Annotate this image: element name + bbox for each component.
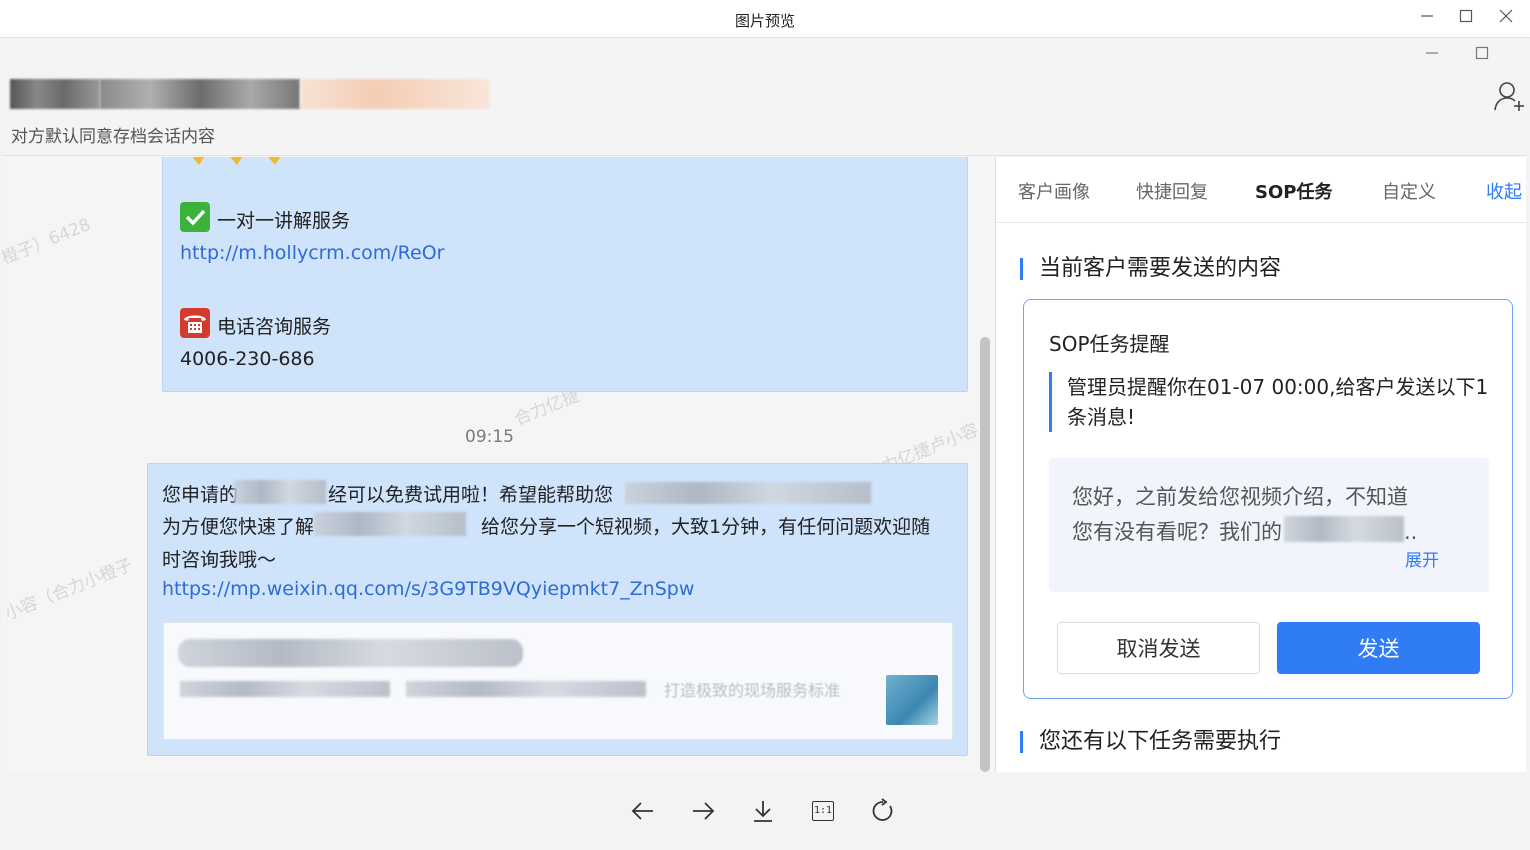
telephone-icon	[180, 308, 210, 338]
message-text: 您有没有看呢？我们的	[1072, 520, 1282, 544]
message-line: 您有没有看呢？我们的..	[1072, 513, 1452, 548]
sop-side-panel: 客户画像 快捷回复 SOP任务 自定义 收起 当前客户需要发送的内容 SOP任务…	[995, 157, 1526, 772]
watermark: 小容（合力小橙子	[2, 555, 136, 625]
title-bar: 图片预览	[0, 0, 1530, 38]
next-icon[interactable]	[686, 794, 720, 828]
pointing-hands-icon	[185, 157, 295, 171]
section-title: 当前客户需要发送的内容	[1020, 258, 1281, 280]
redacted-card-title	[178, 639, 523, 667]
redacted-text	[1284, 516, 1404, 542]
service-link[interactable]: http://m.hollycrm.com/ReOr	[180, 242, 444, 264]
section-title: 您还有以下任务需要执行	[1020, 731, 1281, 753]
panel-tabs: 客户画像 快捷回复 SOP任务 自定义 收起	[996, 157, 1526, 223]
card-desc-text: 打造极致的现场服务标准	[664, 681, 841, 700]
tab-quick-reply[interactable]: 快捷回复	[1136, 178, 1208, 204]
message-text: 给您分享一个短视频，大致1分钟，有任何问题欢迎随	[481, 516, 931, 538]
reminder-text: 管理员提醒你在01-07 00:00,给客户发送以下1条消息!	[1049, 372, 1489, 432]
message-bubble: 一对一讲解服务 http://m.hollycrm.com/ReOr 电话咨询服…	[162, 157, 968, 392]
close-icon[interactable]	[1489, 4, 1523, 28]
tab-sop-task[interactable]: SOP任务	[1255, 178, 1332, 204]
actual-size-label: 1:1	[812, 801, 834, 821]
watermark: 橙子）6428	[2, 214, 94, 269]
rotate-icon[interactable]	[866, 794, 900, 828]
send-button[interactable]: 发送	[1277, 622, 1480, 674]
service-label: 电话咨询服务	[217, 316, 332, 338]
card-thumbnail	[886, 675, 938, 725]
message-preview: 您好，之前发给您视频介绍，不知道 您有没有看呢？我们的.. 展开	[1049, 458, 1489, 592]
redacted-card-desc	[406, 681, 646, 697]
minimize-icon[interactable]	[1410, 4, 1444, 28]
message-preview-text: 您好，之前发给您视频介绍，不知道 您有没有看呢？我们的..	[1072, 482, 1452, 548]
expand-link[interactable]: 展开	[1405, 546, 1439, 571]
inner-maximize-icon	[1465, 41, 1499, 65]
redacted-text	[314, 512, 466, 536]
maximize-icon[interactable]	[1449, 4, 1483, 28]
chat-header: 对方默认同意存档会话内容	[2, 39, 1526, 156]
service-label: 一对一讲解服务	[217, 210, 351, 232]
cancel-send-button[interactable]: 取消发送	[1057, 622, 1260, 674]
add-contact-icon	[1492, 79, 1526, 113]
message-text: 您申请的	[162, 484, 239, 506]
tab-customer-profile[interactable]: 客户画像	[1018, 178, 1090, 204]
redacted-card-desc	[180, 681, 390, 697]
collapse-button[interactable]: 收起	[1486, 178, 1522, 204]
redacted-text	[234, 480, 326, 504]
phone-number: 4006-230-686	[180, 348, 315, 370]
tab-custom[interactable]: 自定义	[1382, 178, 1436, 204]
message-line: 您好，之前发给您视频介绍，不知道	[1072, 485, 1408, 509]
chat-pane: 橙子）6428 合力亿捷 合力亿捷卢小容 小容（合力小橙子 一对一讲解服务 ht…	[2, 157, 994, 772]
message-text: 时咨询我哦～	[162, 549, 277, 571]
check-mark-icon	[180, 202, 210, 232]
sop-card-title: SOP任务提醒	[1049, 332, 1170, 356]
window-title: 图片预览	[734, 12, 795, 30]
prev-icon[interactable]	[626, 794, 660, 828]
inner-minimize-icon	[1415, 41, 1449, 65]
chat-scrollbar[interactable]	[980, 337, 990, 772]
message-bubble: 您申请的 经可以免费试用啦！希望能帮助您 为方便您快速了解 给您分享一个短视频，…	[147, 463, 968, 756]
message-text: 经可以免费试用啦！希望能帮助您	[328, 484, 614, 506]
image-viewer-window: 图片预览 对方默认同意存档会话内容 橙子）6428 合力亿捷 合力亿捷卢小容 小…	[0, 0, 1530, 850]
article-link[interactable]: https://mp.weixin.qq.com/s/3G9TB9VQyiepm…	[162, 578, 694, 600]
message-ellipsis: ..	[1404, 520, 1418, 544]
message-time: 09:15	[465, 427, 514, 447]
preview-image: 对方默认同意存档会话内容 橙子）6428 合力亿捷 合力亿捷卢小容 小容（合力小…	[2, 39, 1526, 772]
link-preview-card[interactable]: 打造极致的现场服务标准	[163, 622, 953, 740]
archive-consent-note: 对方默认同意存档会话内容	[11, 127, 215, 147]
message-text: 为方便您快速了解	[162, 516, 315, 538]
sop-reminder-card: SOP任务提醒 管理员提醒你在01-07 00:00,给客户发送以下1条消息! …	[1023, 299, 1513, 699]
blurred-contact-name	[10, 79, 490, 109]
viewer-toolbar: 1:1	[0, 772, 1530, 850]
download-icon[interactable]	[746, 794, 780, 828]
redacted-text	[625, 482, 871, 504]
actual-size-icon[interactable]: 1:1	[806, 794, 840, 828]
